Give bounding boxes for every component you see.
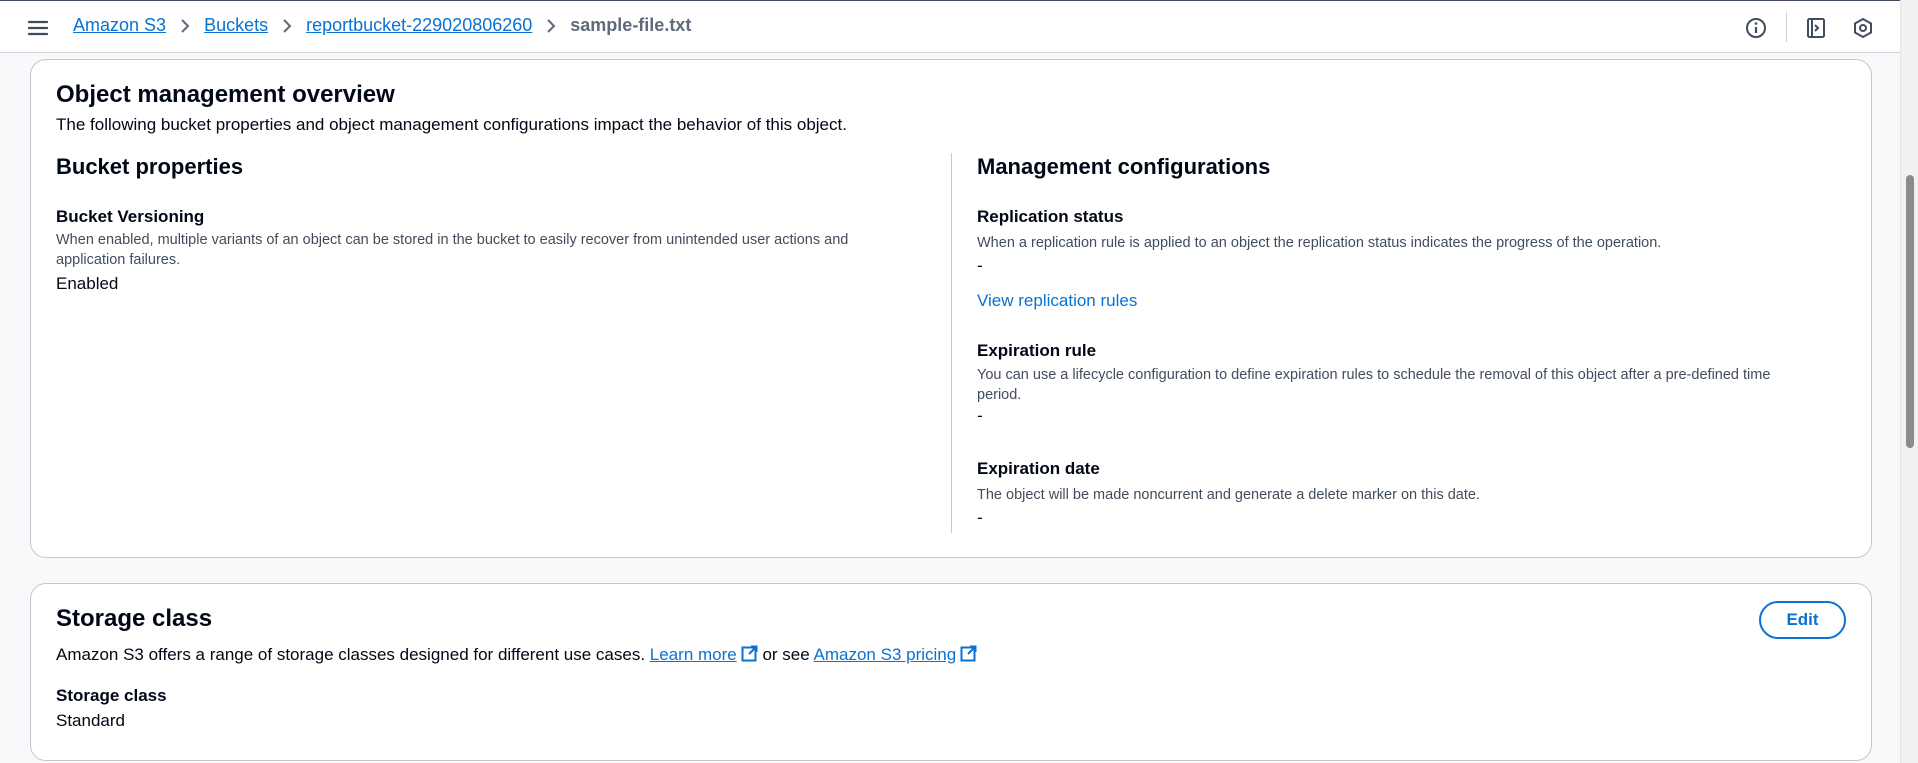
expiration-date-value: - [977, 508, 983, 527]
learn-more-link[interactable]: Learn more [650, 645, 737, 664]
replication-status-label: Replication status [977, 207, 1124, 226]
top-navigation-bar: Amazon S3 Buckets reportbucket-229020806… [0, 0, 1900, 53]
panel-toggle-icon[interactable] [1803, 15, 1829, 41]
menu-icon[interactable] [24, 16, 52, 40]
expiration-rule-desc-line2: period. [977, 387, 1022, 403]
storage-class-description: Amazon S3 offers a range of storage clas… [56, 645, 977, 667]
chevron-right-icon [180, 18, 190, 34]
breadcrumb-bucket-name[interactable]: reportbucket-229020806260 [306, 15, 532, 36]
view-replication-rules-link[interactable]: View replication rules [977, 291, 1137, 311]
learn-more-label: Learn more [649, 645, 737, 664]
overview-title: Object management overview [56, 81, 395, 108]
storage-class-panel: Storage class Edit Amazon S3 offers a ra… [30, 583, 1872, 761]
external-link-icon [741, 645, 758, 667]
edit-button[interactable]: Edit [1759, 601, 1846, 639]
bucket-versioning-desc-line2: application failures. [56, 252, 181, 268]
expiration-rule-label: Expiration rule [977, 341, 1097, 360]
expiration-date-desc: The object will be made noncurrent and g… [977, 487, 1480, 503]
breadcrumb-current: sample-file.txt [570, 15, 692, 35]
external-link-icon [960, 645, 977, 667]
breadcrumb-buckets[interactable]: Buckets [204, 15, 268, 36]
breadcrumb-amazon-s3[interactable]: Amazon S3 [73, 15, 166, 36]
toolbar-divider [1786, 12, 1787, 42]
expiration-rule-value: - [977, 406, 983, 425]
info-icon[interactable] [1743, 15, 1769, 41]
bucket-versioning-value: Enabled [56, 274, 119, 293]
expiration-rule-desc-line1: You can use a lifecycle configuration to… [977, 367, 1771, 383]
breadcrumb: Amazon S3 Buckets reportbucket-229020806… [73, 15, 691, 36]
bucket-properties-heading: Bucket properties [56, 154, 244, 179]
chevron-right-icon [282, 18, 292, 34]
replication-status-desc: When a replication rule is applied to an… [977, 235, 1662, 251]
column-divider [951, 153, 952, 533]
replication-status-value: - [977, 256, 983, 275]
chevron-right-icon [546, 18, 556, 34]
scrollbar-thumb[interactable] [1906, 175, 1914, 448]
storage-desc-text: Amazon S3 offers a range of storage clas… [56, 645, 646, 664]
storage-class-label: Storage class [56, 686, 167, 705]
bucket-versioning-label: Bucket Versioning [56, 207, 205, 226]
object-management-overview-panel: Object management overview The following… [30, 59, 1872, 558]
or-see-text: or see [762, 645, 810, 664]
overview-description: The following bucket properties and obje… [56, 115, 847, 134]
settings-hexagon-icon[interactable] [1850, 15, 1876, 41]
management-configurations-heading: Management configurations [977, 154, 1271, 179]
storage-class-value: Standard [56, 711, 125, 730]
s3-pricing-link[interactable]: Amazon S3 pricing [814, 645, 957, 664]
bucket-versioning-desc-line1: When enabled, multiple variants of an ob… [56, 232, 849, 248]
storage-class-title: Storage class [56, 605, 213, 632]
s3-pricing-label: Amazon S3 pricing [813, 645, 957, 664]
expiration-date-label: Expiration date [977, 459, 1100, 478]
